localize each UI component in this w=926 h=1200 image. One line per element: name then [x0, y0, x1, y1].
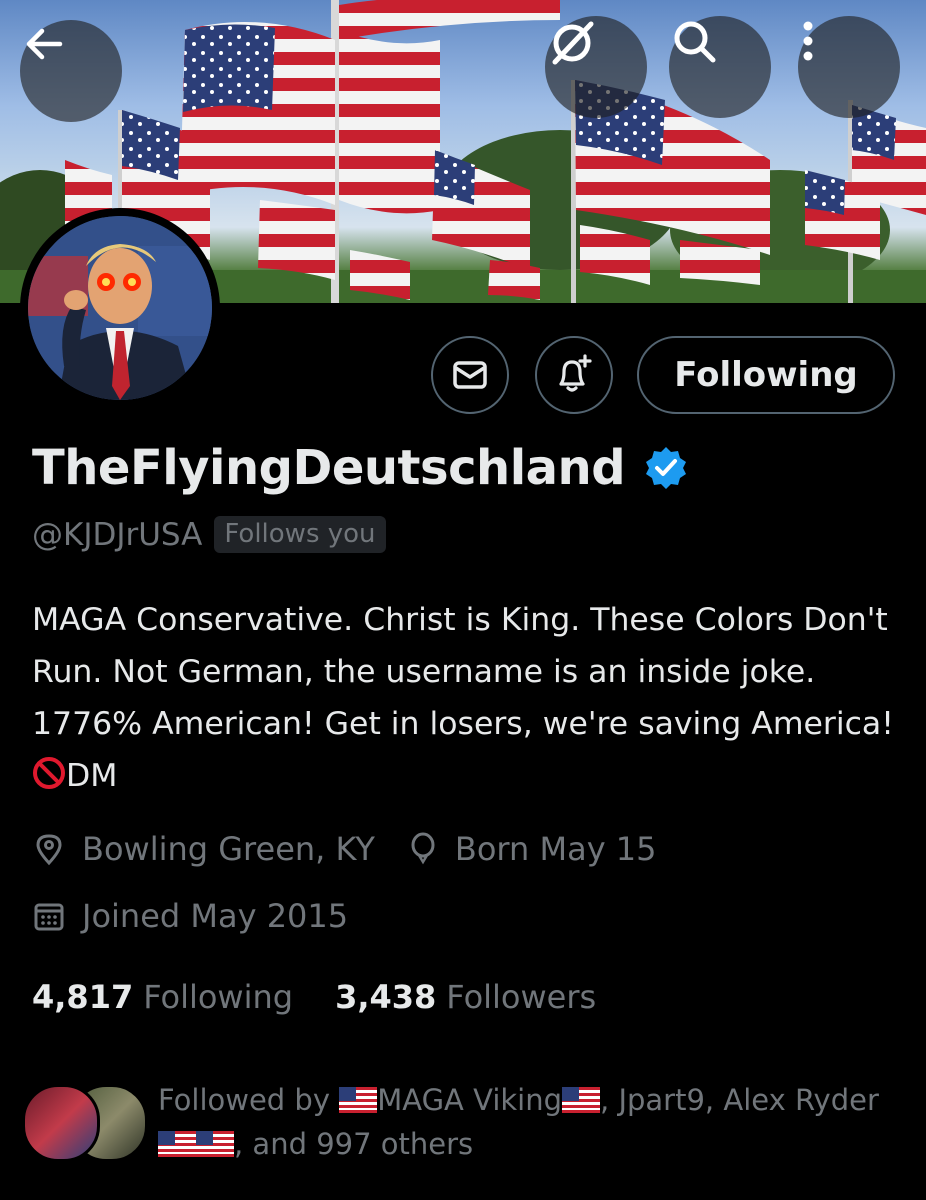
profile-bio: MAGA Conservative. Christ is King. These… [32, 594, 902, 802]
grok-button[interactable] [545, 16, 647, 118]
profile-avatar[interactable] [20, 208, 220, 408]
following-stat[interactable]: 4,817 Following [32, 978, 293, 1016]
followers-stat[interactable]: 3,438 Followers [335, 978, 596, 1016]
avatar-image [28, 216, 212, 400]
followers-count: 3,438 [335, 978, 437, 1016]
follow-stats: 4,817 Following 3,438 Followers [32, 978, 596, 1016]
display-name: TheFlyingDeutschland [32, 440, 626, 496]
grok-icon [552, 21, 594, 65]
followed-by-middle: , Jpart9, Alex Ryder [600, 1083, 879, 1117]
following-count: 4,817 [32, 978, 134, 1016]
follower-name-1: MAGA Viking [377, 1083, 563, 1117]
envelope-icon [453, 361, 487, 389]
following-label: Following [143, 978, 294, 1016]
balloon-icon [411, 832, 435, 865]
us-flag-emoji-icon [158, 1131, 196, 1157]
bio-dm-text: DM [66, 758, 118, 794]
more-options-button[interactable] [798, 16, 900, 118]
notifications-button[interactable] [535, 336, 613, 414]
verified-badge-icon[interactable] [643, 445, 689, 491]
birthday-text: Born May 15 [454, 830, 657, 868]
bell-plus-icon [559, 354, 592, 392]
us-flag-emoji-icon [339, 1087, 378, 1113]
location-pin-icon [36, 834, 62, 866]
message-button[interactable] [431, 336, 509, 414]
followed-by-tail: , and 997 others [234, 1127, 474, 1161]
back-button[interactable] [20, 20, 122, 122]
location-birthday-row: Bowling Green, KY Born May 15 [32, 830, 657, 868]
location-text: Bowling Green, KY [82, 830, 375, 868]
search-icon [674, 21, 716, 63]
followed-by-prefix: Followed by [158, 1083, 340, 1117]
username-handle: @KJDJrUSA [32, 516, 203, 553]
us-flag-emoji-icon [196, 1131, 234, 1157]
follows-you-badge: Follows you [214, 516, 386, 553]
followed-by-text[interactable]: Followed by MAGA Viking , Jpart9, Alex Ry… [158, 1078, 898, 1166]
calendar-icon [34, 903, 64, 931]
followers-label: Followers [446, 978, 597, 1016]
follower-avatar-1 [22, 1084, 100, 1162]
profile-name-row: TheFlyingDeutschland [32, 440, 689, 496]
bio-text: MAGA Conservative. Christ is King. These… [32, 602, 894, 742]
more-vertical-icon [803, 21, 813, 61]
following-button[interactable]: Following [637, 336, 895, 414]
joined-row: Joined May 2015 [32, 897, 348, 935]
search-button[interactable] [669, 16, 771, 118]
back-arrow-icon [26, 28, 63, 60]
no-entry-emoji-icon [33, 757, 65, 789]
us-flag-emoji-icon [562, 1087, 601, 1113]
joined-text: Joined May 2015 [82, 897, 349, 935]
handle-row: @KJDJrUSA Follows you [32, 516, 386, 553]
